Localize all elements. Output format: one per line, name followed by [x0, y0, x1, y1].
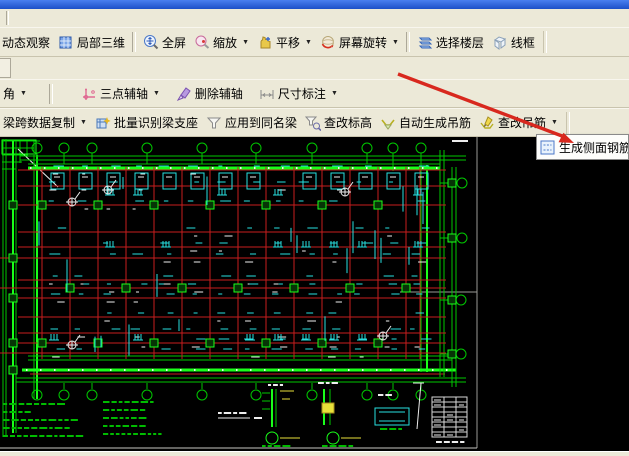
corner-axis-button[interactable]: 角 ▼	[0, 83, 31, 104]
wireframe-cube-icon	[492, 34, 508, 50]
local-3d-button[interactable]: 局部三维	[54, 32, 129, 53]
button-label: 梁跨数据复制	[3, 116, 76, 130]
button-label: 尺寸标注	[277, 87, 326, 101]
button-label: 查改标高	[323, 116, 372, 130]
toolbar-beam: 梁跨数据复制 ▼ 批量识别梁支座 应用到同名梁 查改标高 自动生成吊筋 查改吊筋…	[0, 108, 629, 137]
button-label: 三点辅轴	[99, 87, 148, 101]
dropdown-arrow-icon[interactable]: ▼	[331, 90, 338, 97]
elevation-funnel-icon	[304, 115, 321, 131]
batch-identify-icon	[95, 115, 111, 131]
fullscreen-icon	[143, 34, 159, 50]
check-elevation-button[interactable]: 查改标高	[301, 112, 376, 133]
apply-same-name-beam-button[interactable]: 应用到同名梁	[202, 112, 301, 133]
toolbar-dock-strip2	[0, 57, 629, 79]
cad-drawing[interactable]	[0, 137, 629, 451]
toolbar-groove	[6, 11, 9, 25]
check-hangbar-button[interactable]: 查改吊筋 ▼	[475, 112, 562, 133]
screen-rotate-button[interactable]: 屏幕旋转 ▼	[316, 32, 403, 53]
cube-3d-icon	[58, 34, 74, 50]
toolbar-separator	[132, 32, 137, 52]
brush-icon	[176, 86, 192, 102]
docked-panel-fragment	[0, 58, 11, 78]
side-rebar-icon	[540, 140, 555, 155]
beam-span-copy-button[interactable]: 梁跨数据复制 ▼	[0, 112, 91, 133]
button-label: 自动生成吊筋	[399, 116, 472, 130]
window-titlebar[interactable]	[0, 0, 629, 9]
axis-cross-icon	[81, 86, 97, 102]
hangbar-edit-icon	[479, 115, 495, 131]
menu-item-generate-side-rebar[interactable]: 生成侧面钢筋	[559, 139, 628, 156]
app-window: 动态观察 局部三维 全屏 缩放 ▼ 平移 ▼ 屏幕旋转 ▼ 选择楼层 线框 角 …	[0, 0, 629, 456]
button-label: 应用到同名梁	[224, 116, 297, 130]
dimension-icon	[259, 86, 275, 102]
button-label: 删除辅轴	[194, 87, 243, 101]
dropdown-arrow-icon[interactable]: ▼	[80, 119, 87, 126]
toolbar-endcap	[565, 111, 570, 134]
toolbar-view: 动态观察 局部三维 全屏 缩放 ▼ 平移 ▼ 屏幕旋转 ▼ 选择楼层 线框	[0, 27, 629, 57]
dropdown-arrow-icon[interactable]: ▼	[392, 39, 399, 46]
fullscreen-button[interactable]: 全屏	[139, 32, 190, 53]
button-label: 查改吊筋	[498, 116, 547, 130]
three-point-axis-button[interactable]: 三点辅轴 ▼	[77, 83, 164, 104]
button-label: 角	[3, 87, 16, 101]
button-label: 选择楼层	[435, 35, 484, 50]
wireframe-button[interactable]: 线框	[488, 32, 539, 53]
pan-button[interactable]: 平移 ▼	[253, 32, 316, 53]
button-label: 屏幕旋转	[338, 35, 387, 50]
dropdown-arrow-icon[interactable]: ▼	[20, 90, 27, 97]
delete-axis-button[interactable]: 删除辅轴	[172, 83, 247, 104]
button-label: 批量识别梁支座	[113, 116, 198, 130]
pan-hand-icon	[257, 34, 273, 50]
dropdown-arrow-icon[interactable]: ▼	[153, 90, 160, 97]
funnel-icon	[206, 115, 222, 131]
button-label: 全屏	[162, 35, 187, 50]
dynamic-observe-button[interactable]: 动态观察	[0, 32, 54, 53]
layers-icon	[417, 34, 433, 50]
dropdown-arrow-icon[interactable]: ▼	[242, 39, 249, 46]
dimension-button[interactable]: 尺寸标注 ▼	[255, 83, 342, 104]
button-label: 平移	[276, 35, 301, 50]
button-label: 局部三维	[77, 35, 126, 50]
auto-generate-hangbar-button[interactable]: 自动生成吊筋	[376, 112, 475, 133]
button-label: 缩放	[213, 35, 238, 50]
dropdown-arrow-icon[interactable]: ▼	[305, 39, 312, 46]
dropdown-arrow-icon[interactable]: ▼	[551, 119, 558, 126]
select-storey-button[interactable]: 选择楼层	[413, 32, 488, 53]
zoom-button[interactable]: 缩放 ▼	[190, 32, 253, 53]
button-label: 动态观察	[2, 35, 51, 50]
toolbar-separator	[48, 83, 53, 104]
toolbar-endcap	[542, 31, 547, 53]
zoom-magnifier-icon	[194, 34, 210, 50]
window-bottom-edge	[0, 451, 629, 456]
toolbar-dock-strip	[0, 9, 629, 27]
toolbar-axis: 角 ▼ 三点辅轴 ▼ 删除辅轴 尺寸标注 ▼	[0, 79, 629, 108]
batch-identify-supports-button[interactable]: 批量识别梁支座	[91, 112, 202, 133]
hangbar-dropdown-menu: 生成侧面钢筋	[536, 134, 629, 160]
rotate-sphere-icon	[320, 34, 336, 50]
hangbar-icon	[380, 115, 396, 131]
toolbar-separator	[405, 32, 410, 52]
button-label: 线框	[510, 35, 535, 50]
cad-canvas[interactable]	[0, 137, 629, 451]
